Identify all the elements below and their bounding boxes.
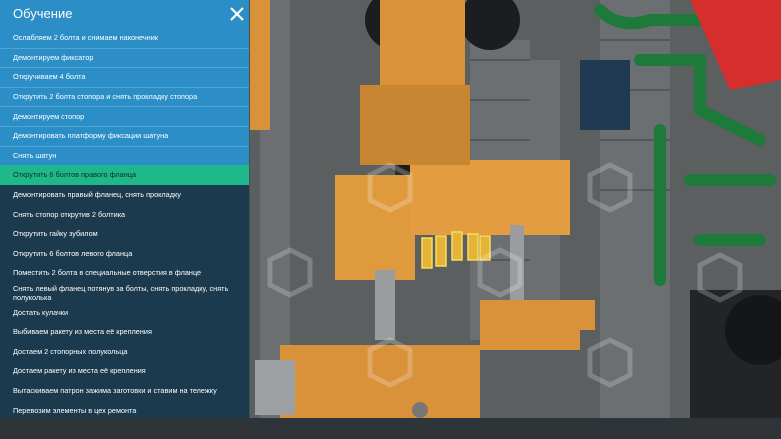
step-label: Снять шатун — [13, 150, 57, 160]
step-label: Снять левый фланец потянув за болты, сня… — [13, 283, 229, 302]
step-label: Открутить 6 болтов правого фланца — [13, 170, 136, 180]
step-label: Демонтируем фиксатор — [13, 52, 94, 62]
step-label: Перевозим элементы в цех ремонта — [13, 405, 137, 415]
step-label: Демонтировать платформу фиксации шатуна — [13, 131, 169, 141]
step-item-2[interactable]: Демонтируем фиксатор — [0, 47, 249, 68]
step-label: Ослабляем 2 болта и снимаем наконечник — [13, 33, 158, 43]
step-item-5[interactable]: Демонтируем стопор — [0, 106, 249, 126]
step-item-17[interactable]: Достаем 2 стопорных полукольца — [0, 342, 249, 362]
step-label: Выбиваем ракету из места её крепления — [13, 327, 152, 337]
training-panel: Обучение Ослабляем 2 болта и снимаем нак… — [0, 0, 249, 418]
step-item-8[interactable]: Открутить 6 болтов правого фланца — [0, 165, 249, 185]
step-label: Достаем ракету из места её крепления — [13, 366, 146, 376]
step-item-9[interactable]: Демонтировать правый фланец, снять прокл… — [0, 185, 249, 205]
step-item-11[interactable]: Открутить гайку зубилом — [0, 224, 249, 244]
step-item-3[interactable]: Откручиваем 4 болта — [0, 67, 249, 87]
step-label: Достаем 2 стопорных полукольца — [13, 346, 128, 356]
step-item-16[interactable]: Выбиваем ракету из места её крепления — [0, 322, 249, 342]
step-item-4[interactable]: Открутить 2 болта стопора и снять прокла… — [0, 86, 249, 107]
step-label: Достать кулачки — [13, 307, 69, 317]
step-item-15[interactable]: Достать кулачки — [0, 302, 249, 322]
panel-title: Обучение — [13, 6, 73, 21]
step-item-1[interactable]: Ослабляем 2 болта и снимаем наконечник — [0, 28, 249, 48]
steps-list: Ослабляем 2 болта и снимаем наконечник Д… — [0, 28, 249, 420]
step-item-10[interactable]: Снять стопор открутив 2 болтика — [0, 204, 249, 224]
step-label: Открутить гайку зубилом — [13, 229, 98, 239]
step-label: Открутить 6 болтов левого фланца — [13, 248, 133, 258]
step-item-14[interactable]: Снять левый фланец потянув за болты, сня… — [0, 283, 249, 303]
step-label: Поместить 2 болта в специальные отверсти… — [13, 268, 202, 278]
step-item-18[interactable]: Достаем ракету из места её крепления — [0, 361, 249, 381]
step-label: Откручиваем 4 болта — [13, 72, 86, 82]
step-label: Снять стопор открутив 2 болтика — [13, 209, 126, 219]
step-label: Демонтируем стопор — [13, 111, 85, 121]
step-item-19[interactable]: Вытаскиваем патрон зажима заготовки и ст… — [0, 381, 249, 401]
step-item-7[interactable]: Снять шатун — [0, 145, 249, 166]
step-label: Демонтировать правый фланец, снять прокл… — [13, 190, 181, 200]
step-item-12[interactable]: Открутить 6 болтов левого фланца — [0, 244, 249, 264]
close-icon[interactable] — [227, 4, 247, 24]
bottom-bar — [0, 418, 781, 439]
panel-header: Обучение — [0, 0, 249, 28]
step-item-13[interactable]: Поместить 2 болта в специальные отверсти… — [0, 263, 249, 283]
step-item-20[interactable]: Перевозим элементы в цех ремонта — [0, 400, 249, 420]
step-label: Вытаскиваем патрон зажима заготовки и ст… — [13, 385, 217, 395]
step-label: Открутить 2 болта стопора и снять прокла… — [13, 92, 198, 102]
step-item-6[interactable]: Демонтировать платформу фиксации шатуна — [0, 125, 249, 146]
